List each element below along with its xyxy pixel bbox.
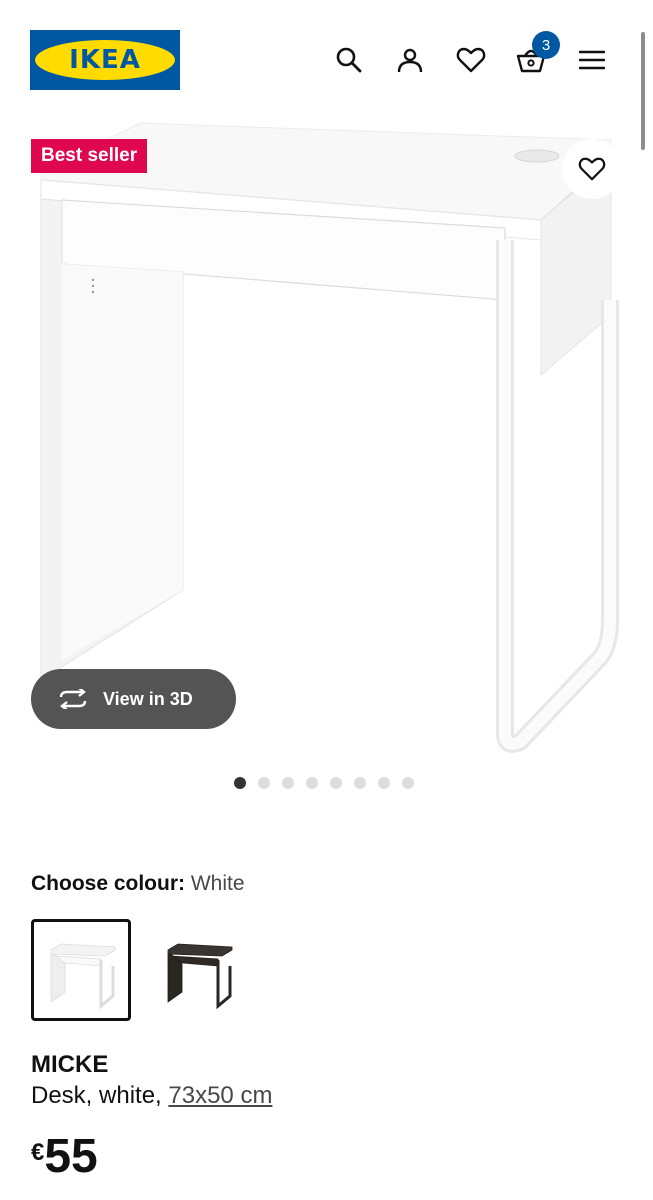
colour-value: White bbox=[190, 872, 245, 895]
carousel-dots bbox=[234, 777, 414, 789]
product-description-text: Desk, white, bbox=[31, 1082, 169, 1109]
view-in-3d-label: View in 3D bbox=[103, 688, 193, 709]
colour-swatch-black-brown[interactable] bbox=[148, 919, 248, 1021]
carousel-dot[interactable] bbox=[258, 777, 270, 789]
carousel-dot[interactable] bbox=[330, 777, 342, 789]
product-name: MICKE bbox=[31, 1051, 109, 1078]
carousel-dot[interactable] bbox=[306, 777, 318, 789]
carousel-dot[interactable] bbox=[402, 777, 414, 789]
heart-icon bbox=[578, 156, 606, 182]
add-to-favourites-button[interactable] bbox=[562, 139, 622, 199]
ikea-logo[interactable]: IKEA bbox=[30, 30, 180, 90]
product-size-link[interactable]: 73x50 cm bbox=[168, 1082, 272, 1109]
search-icon[interactable] bbox=[329, 40, 369, 80]
best-seller-badge: Best seller bbox=[31, 139, 148, 173]
colour-chooser-heading: Choose colour: White bbox=[31, 872, 245, 896]
logo-text: IKEA bbox=[69, 45, 141, 75]
price-amount: 55 bbox=[44, 1130, 98, 1183]
carousel-dot[interactable] bbox=[234, 777, 246, 789]
rotate-3d-icon bbox=[57, 689, 89, 709]
carousel-dot[interactable] bbox=[282, 777, 294, 789]
price-currency: € bbox=[31, 1139, 45, 1166]
product-description: Desk, white, 73x50 cm bbox=[31, 1082, 272, 1110]
product-price: € 55 bbox=[31, 1133, 98, 1181]
colour-label: Choose colour: bbox=[31, 872, 186, 895]
carousel-dot[interactable] bbox=[378, 777, 390, 789]
menu-icon[interactable] bbox=[572, 40, 612, 80]
colour-swatch-white[interactable] bbox=[31, 919, 131, 1021]
heart-icon[interactable] bbox=[451, 40, 491, 80]
logo-oval: IKEA bbox=[35, 40, 175, 80]
view-in-3d-button[interactable]: View in 3D bbox=[31, 669, 236, 729]
account-icon[interactable] bbox=[390, 40, 430, 80]
carousel-dot[interactable] bbox=[354, 777, 366, 789]
cart-count-badge: 3 bbox=[532, 31, 560, 59]
